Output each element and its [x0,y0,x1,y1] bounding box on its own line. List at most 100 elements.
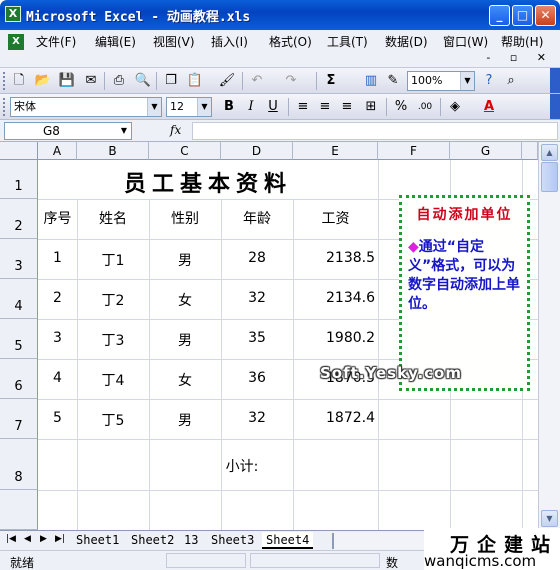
bold-button[interactable]: B [220,98,238,116]
chevron-down-icon[interactable]: ▼ [147,98,161,116]
scroll-down-icon[interactable]: ▼ [541,510,558,527]
sheet-tab-sheet2[interactable]: Sheet2 [127,532,178,549]
print-preview-icon[interactable]: 🔍 [134,72,152,90]
table-cell[interactable]: 5 [38,410,77,426]
table-cell[interactable]: 1872.4 [293,410,375,426]
row-header-1[interactable]: 1 [0,160,38,199]
table-cell[interactable]: 1 [38,250,77,266]
table-cell[interactable]: 1980.2 [293,330,375,346]
column-header-f[interactable]: F [378,142,450,160]
paste-icon[interactable]: 📋 [186,72,204,90]
chevron-down-icon[interactable]: ▼ [117,123,131,139]
toolbar-options[interactable] [550,68,560,93]
column-header-d[interactable]: D [221,142,293,160]
row-header-7[interactable]: 7 [0,399,38,439]
maximize-button[interactable]: □ [512,5,533,26]
autosum-icon[interactable]: Σ [322,72,340,90]
underline-button[interactable]: U [264,98,282,116]
table-cell[interactable]: 女 [149,370,221,390]
table-cell[interactable]: 男 [149,410,221,430]
row-header-6[interactable]: 6 [0,359,38,399]
table-cell[interactable]: 丁4 [77,370,149,390]
header-name[interactable]: 姓名 [77,208,149,228]
header-salary[interactable]: 工资 [293,208,378,228]
name-box[interactable]: G8 ▼ [4,122,132,140]
scroll-thumb[interactable] [541,162,558,192]
sheet-tab-13[interactable]: 13 [180,532,202,549]
mdi-window-controls[interactable]: - ▫ ✕ [486,51,554,64]
column-header-c[interactable]: C [149,142,221,160]
header-gender[interactable]: 性别 [149,208,221,228]
header-age[interactable]: 年龄 [221,208,293,228]
excel-app-icon[interactable]: X [5,6,21,22]
undo-icon[interactable]: ↶ [248,72,266,90]
font-name-select[interactable]: 宋体 ▼ [10,97,162,117]
research-icon[interactable]: ⌕ [502,72,520,90]
save-icon[interactable]: 💾 [58,72,76,90]
chart-wizard-icon[interactable]: ▥ [362,72,380,90]
table-cell[interactable]: 女 [149,290,221,310]
select-all-corner[interactable] [0,142,38,160]
table-cell[interactable]: 36 [221,370,293,386]
sheet-tab-sheet1[interactable]: Sheet1 [72,532,123,549]
row-header-3[interactable]: 3 [0,239,38,279]
column-header-b[interactable]: B [77,142,149,160]
menu-edit[interactable]: 编辑(E) [95,33,136,50]
row-header-8[interactable]: 8 [0,439,38,490]
subtotal-label[interactable]: 小计: [221,456,263,476]
table-cell[interactable]: 丁5 [77,410,149,430]
menu-view[interactable]: 视图(V) [153,33,195,50]
font-color-icon[interactable]: A [480,98,498,116]
menu-format[interactable]: 格式(O) [269,33,312,50]
table-cell[interactable]: 丁2 [77,290,149,310]
column-header-g[interactable]: G [450,142,522,160]
format-painter-icon[interactable]: 🖌 [218,72,236,90]
chevron-down-icon[interactable]: ▼ [197,98,211,116]
merge-center-icon[interactable]: ⊞ [362,98,380,116]
table-cell[interactable]: 28 [221,250,293,266]
open-icon[interactable]: 📂 [34,72,52,90]
percent-style-button[interactable]: % [392,98,410,116]
menu-window[interactable]: 窗口(W) [443,33,488,50]
menu-tools[interactable]: 工具(T) [327,33,368,50]
table-cell[interactable]: 男 [149,250,221,270]
toolbar-options[interactable] [550,94,560,119]
insert-function-icon[interactable]: fx [170,123,181,137]
menu-data[interactable]: 数据(D) [385,33,428,50]
next-sheet-icon[interactable]: ▶ [40,534,47,544]
table-cell[interactable]: 2134.6 [293,290,375,306]
row-header-9[interactable] [0,490,38,530]
formula-input[interactable] [192,122,558,140]
table-cell[interactable]: 4 [38,370,77,386]
sheet-tab-sheet3[interactable]: Sheet3 [207,532,258,549]
table-cell[interactable]: 2 [38,290,77,306]
copy-icon[interactable]: ❐ [162,72,180,90]
prev-sheet-icon[interactable]: ◀ [24,534,31,544]
font-size-select[interactable]: 12 ▼ [166,97,212,117]
menu-help[interactable]: 帮助(H) [501,33,543,50]
fill-color-icon[interactable]: ◈ [446,98,464,116]
row-header-5[interactable]: 5 [0,319,38,359]
menu-insert[interactable]: 插入(I) [211,33,248,50]
align-left-icon[interactable]: ≡ [294,98,312,116]
align-center-icon[interactable]: ≡ [316,98,334,116]
help-icon[interactable]: ? [480,72,498,90]
menu-file[interactable]: 文件(F) [36,33,76,50]
redo-icon[interactable]: ↷ [282,72,300,90]
chevron-down-icon[interactable]: ▼ [460,72,474,90]
table-cell[interactable]: 32 [221,410,293,426]
worksheet-grid[interactable]: A B C D E F G 1 2 3 4 5 6 7 8 员工基本资料 序号 … [0,142,538,530]
table-cell[interactable]: 35 [221,330,293,346]
workbook-icon[interactable]: X [8,34,24,50]
scroll-up-icon[interactable]: ▲ [541,144,558,161]
table-cell[interactable]: 2138.5 [293,250,375,266]
row-header-4[interactable]: 4 [0,279,38,319]
table-cell[interactable]: 丁3 [77,330,149,350]
sheet-title[interactable]: 员工基本资料 [38,166,378,198]
drawing-icon[interactable]: ✎ [384,72,402,90]
increase-decimal-icon[interactable]: .00 [416,98,434,116]
close-button[interactable]: ✕ [535,5,556,26]
toolbar-grip[interactable] [3,72,6,90]
table-cell[interactable]: 32 [221,290,293,306]
last-sheet-icon[interactable]: ▶| [55,534,65,544]
